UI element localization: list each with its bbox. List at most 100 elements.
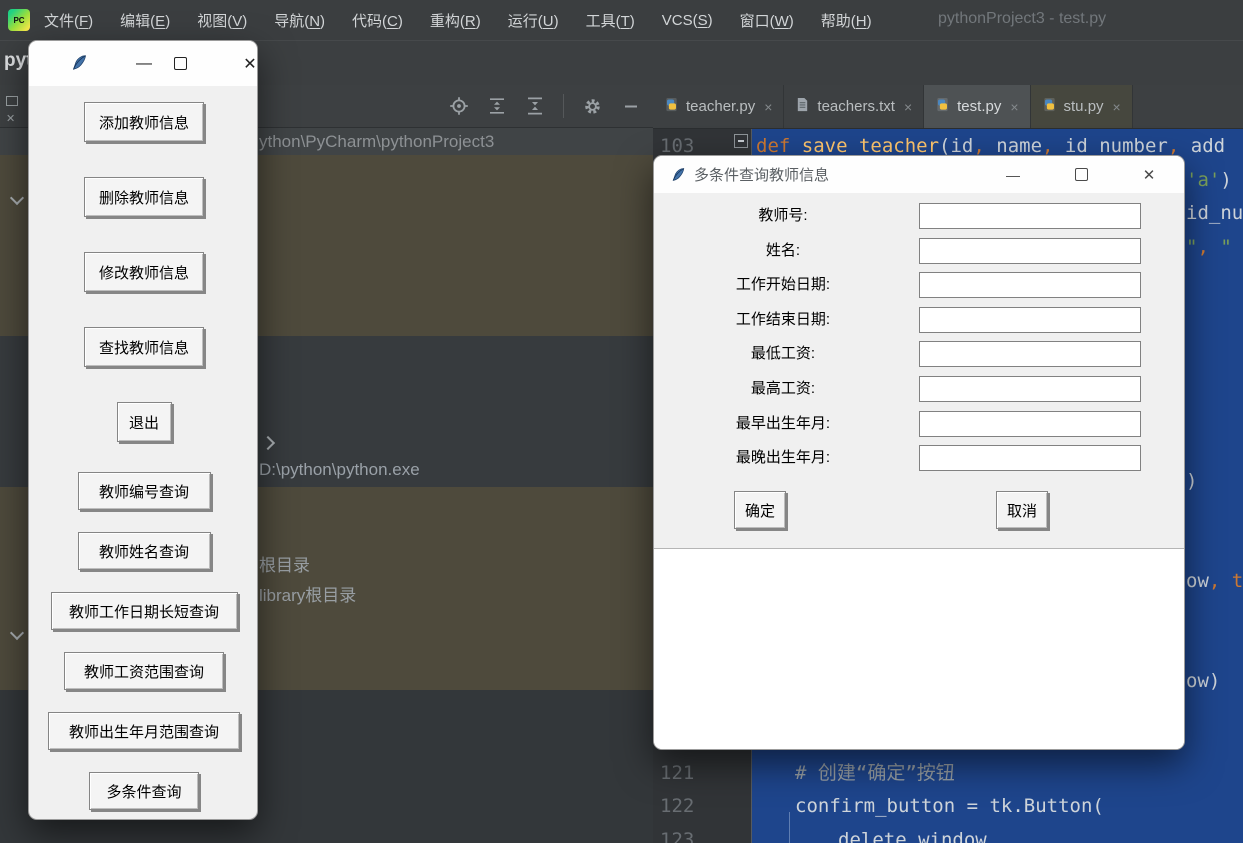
tab-close-icon[interactable]: × — [1010, 99, 1018, 115]
name-field-label: 姓名: — [765, 241, 801, 259]
menu-item-8[interactable]: VCS(S) — [662, 12, 713, 29]
screen: PC 文件(F) 编辑(E) 视图(V) 导航(N) 代码(C) 重构(R) 运行(U) 工具… — [0, 0, 1243, 843]
close-icon[interactable]: ✕ — [1135, 156, 1163, 193]
minimize-icon[interactable]: — — [999, 156, 1027, 193]
project-name-clipped: pyt — [4, 50, 28, 71]
fold-icon[interactable] — [734, 134, 748, 148]
cancel-button[interactable]: 取消 — [996, 491, 1048, 529]
max-salary-field-label: 最高工资: — [750, 380, 816, 397]
python-file-icon — [1042, 97, 1057, 116]
locate-icon[interactable] — [449, 96, 469, 116]
work-end-date-field[interactable] — [919, 306, 1141, 333]
tab-stu.py[interactable]: stu.py × — [1030, 85, 1133, 128]
work-start-date-field[interactable] — [919, 272, 1141, 299]
python-file-icon — [664, 97, 679, 116]
code-fragment: ", " — [1186, 236, 1232, 258]
pycharm-logo-icon[interactable]: PC — [8, 9, 30, 31]
small-close-icon[interactable]: ✕ — [6, 112, 15, 125]
menu-item-6[interactable]: 运行(U) — [508, 10, 559, 31]
python-file-icon — [935, 97, 950, 116]
maximize-icon[interactable] — [1067, 156, 1095, 193]
menu-item-9[interactable]: 窗口(W) — [740, 10, 794, 31]
name-field[interactable] — [919, 237, 1141, 264]
line-number: 121 — [660, 762, 695, 784]
dialog-title: 多条件查询教师信息 — [694, 167, 830, 184]
exit-button[interactable]: 退出 — [116, 402, 172, 442]
max-salary-field[interactable] — [919, 376, 1141, 402]
earliest-birth-field[interactable] — [919, 410, 1141, 437]
query-by-id-button[interactable]: 教师编号查询 — [77, 472, 211, 510]
tab-label: stu.py — [1063, 98, 1104, 115]
expand-all-icon[interactable] — [487, 96, 507, 116]
ide-window-title: pythonProject3 - test.py — [938, 10, 1107, 27]
hide-icon[interactable] — [621, 96, 641, 116]
multi-query-dialog: 多条件查询教师信息 — ✕ 确定 取消 教师号: 姓名: 工作开始日期: 工作结束日期… — [653, 155, 1185, 750]
settings-gear-icon[interactable] — [582, 96, 603, 117]
work-start-date-field-label: 工作开始日期: — [735, 276, 831, 294]
tool-window-icon[interactable] — [6, 96, 18, 106]
tab-test.py[interactable]: test.py × — [924, 85, 1031, 128]
min-salary-field-label: 最低工资: — [750, 345, 816, 363]
tab-label: test.py — [957, 98, 1002, 115]
query-by-salary-button[interactable]: 教师工资范围查询 — [64, 652, 224, 690]
code-line-122: confirm_button = tk.Button( — [795, 795, 1104, 817]
menu-item-3[interactable]: 导航(N) — [274, 10, 325, 31]
code-fragment: ow) — [1186, 670, 1221, 692]
maximize-icon[interactable] — [165, 41, 195, 86]
teacher-menu-window: — ✕ 添加教师信息 删除教师信息 修改教师信息 查找教师信息 退出教师编号查询 教师姓名… — [28, 40, 258, 820]
latest-birth-field-label: 最晚出生年月: — [735, 449, 831, 467]
run-console-path: D:\python\python.exe — [259, 460, 420, 479]
dialog-form: 确定 取消 教师号: 姓名: 工作开始日期: 工作结束日期: 最低工资: 最高工资: 最早出… — [654, 193, 1184, 549]
menu-item-10[interactable]: 帮助(H) — [821, 10, 872, 31]
add-teacher-button[interactable]: 添加教师信息 — [84, 102, 204, 142]
tree-item-root[interactable]: 根目录 — [259, 551, 310, 576]
tab-label: teacher.py — [686, 98, 756, 115]
tab-label: teachers.txt — [817, 98, 895, 115]
code-fragment: ow, t — [1186, 570, 1243, 592]
tab-teachers.txt[interactable]: teachers.txt × — [784, 85, 925, 128]
teacher-id-field[interactable] — [919, 203, 1141, 229]
teacher-menu-body: 添加教师信息 删除教师信息 修改教师信息 查找教师信息 退出教师编号查询 教师姓名查询 教师… — [29, 86, 257, 819]
query-by-birth-range-button[interactable]: 教师出生年月范围查询 — [48, 712, 240, 750]
code-fragment: 'a') — [1186, 169, 1232, 191]
delete-teacher-button[interactable]: 删除教师信息 — [84, 177, 204, 217]
tk-feather-icon — [671, 167, 686, 182]
close-icon[interactable]: ✕ — [235, 41, 257, 86]
modify-teacher-button[interactable]: 修改教师信息 — [84, 252, 204, 292]
line-number: 123 — [660, 829, 695, 843]
multi-condition-query-button[interactable]: 多条件查询 — [89, 772, 199, 810]
code-line-121: # 创建“确定”按钮 — [795, 762, 955, 784]
indent-guide — [789, 812, 790, 843]
editor-tab-bar: teacher.py × teachers.txt × test.py × stu.py × — [653, 85, 1243, 129]
menu-item-2[interactable]: 视图(V) — [197, 10, 247, 31]
tab-close-icon[interactable]: × — [904, 99, 912, 115]
min-salary-field[interactable] — [919, 341, 1141, 368]
code-fragment: id_num — [1186, 202, 1243, 224]
line-number: 122 — [660, 795, 695, 817]
latest-birth-field[interactable] — [919, 445, 1141, 472]
menu-items: 文件(F) 编辑(E) 视图(V) 导航(N) 代码(C) 重构(R) 运行(U) 工具(T)… — [44, 10, 899, 31]
earliest-birth-field-label: 最早出生年月: — [735, 414, 831, 432]
menu-item-0[interactable]: 文件(F) — [44, 10, 93, 31]
ide-menu-bar: PC 文件(F) 编辑(E) 视图(V) 导航(N) 代码(C) 重构(R) 运行(U) 工具… — [0, 0, 1243, 41]
menu-item-1[interactable]: 编辑(E) — [120, 10, 170, 31]
minimize-icon[interactable]: — — [129, 41, 159, 86]
menu-item-5[interactable]: 重构(R) — [430, 10, 481, 31]
code-fragment: ) — [1186, 470, 1198, 492]
toolbar-separator — [563, 94, 564, 118]
dialog-titlebar[interactable]: 多条件查询教师信息 — ✕ — [654, 156, 1184, 193]
teacher-id-field-label: 教师号: — [758, 207, 808, 224]
tree-item-library-root[interactable]: library根目录 — [259, 581, 356, 606]
menu-item-4[interactable]: 代码(C) — [352, 10, 403, 31]
query-by-name-button[interactable]: 教师姓名查询 — [77, 532, 211, 570]
work-end-date-field-label: 工作结束日期: — [735, 310, 831, 328]
collapse-all-icon[interactable] — [525, 96, 545, 116]
tab-close-icon[interactable]: × — [764, 99, 772, 115]
menu-item-7[interactable]: 工具(T) — [586, 10, 635, 31]
confirm-button[interactable]: 确定 — [734, 491, 786, 529]
teacher-menu-titlebar[interactable]: — ✕ — [29, 41, 257, 86]
tab-teacher.py[interactable]: teacher.py × — [653, 85, 785, 128]
find-teacher-button[interactable]: 查找教师信息 — [84, 327, 204, 367]
tab-close-icon[interactable]: × — [1113, 99, 1121, 115]
query-by-workdates-button[interactable]: 教师工作日期长短查询 — [50, 592, 238, 630]
